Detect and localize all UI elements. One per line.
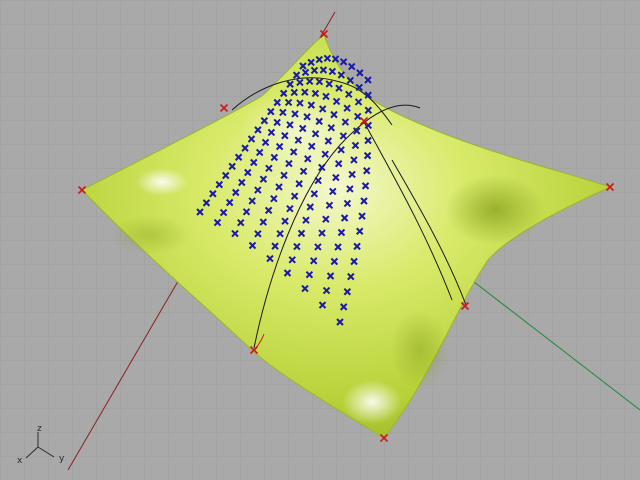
control-point[interactable] (219, 103, 229, 113)
axis-icon-y-label: y (59, 454, 65, 464)
axis-icon-y (37, 446, 55, 458)
grid-point[interactable] (356, 69, 364, 77)
grid-point[interactable] (348, 62, 356, 71)
surface-shade (110, 215, 190, 255)
axis-icon-x (25, 446, 39, 459)
surface-highlight (136, 168, 188, 196)
grid-point[interactable] (364, 76, 372, 84)
surface-highlight (342, 380, 402, 424)
viewport-scene (25, 11, 640, 471)
axis-icon-x-label: x (17, 456, 23, 466)
surface-shade (390, 310, 450, 390)
axis-icon (25, 432, 55, 459)
axis-icon-z-label: z (37, 424, 42, 434)
y-axis-line (464, 274, 640, 411)
grid-point[interactable] (339, 58, 348, 66)
surface-shade (445, 175, 545, 245)
3d-viewport[interactable]: z x y (0, 0, 640, 480)
